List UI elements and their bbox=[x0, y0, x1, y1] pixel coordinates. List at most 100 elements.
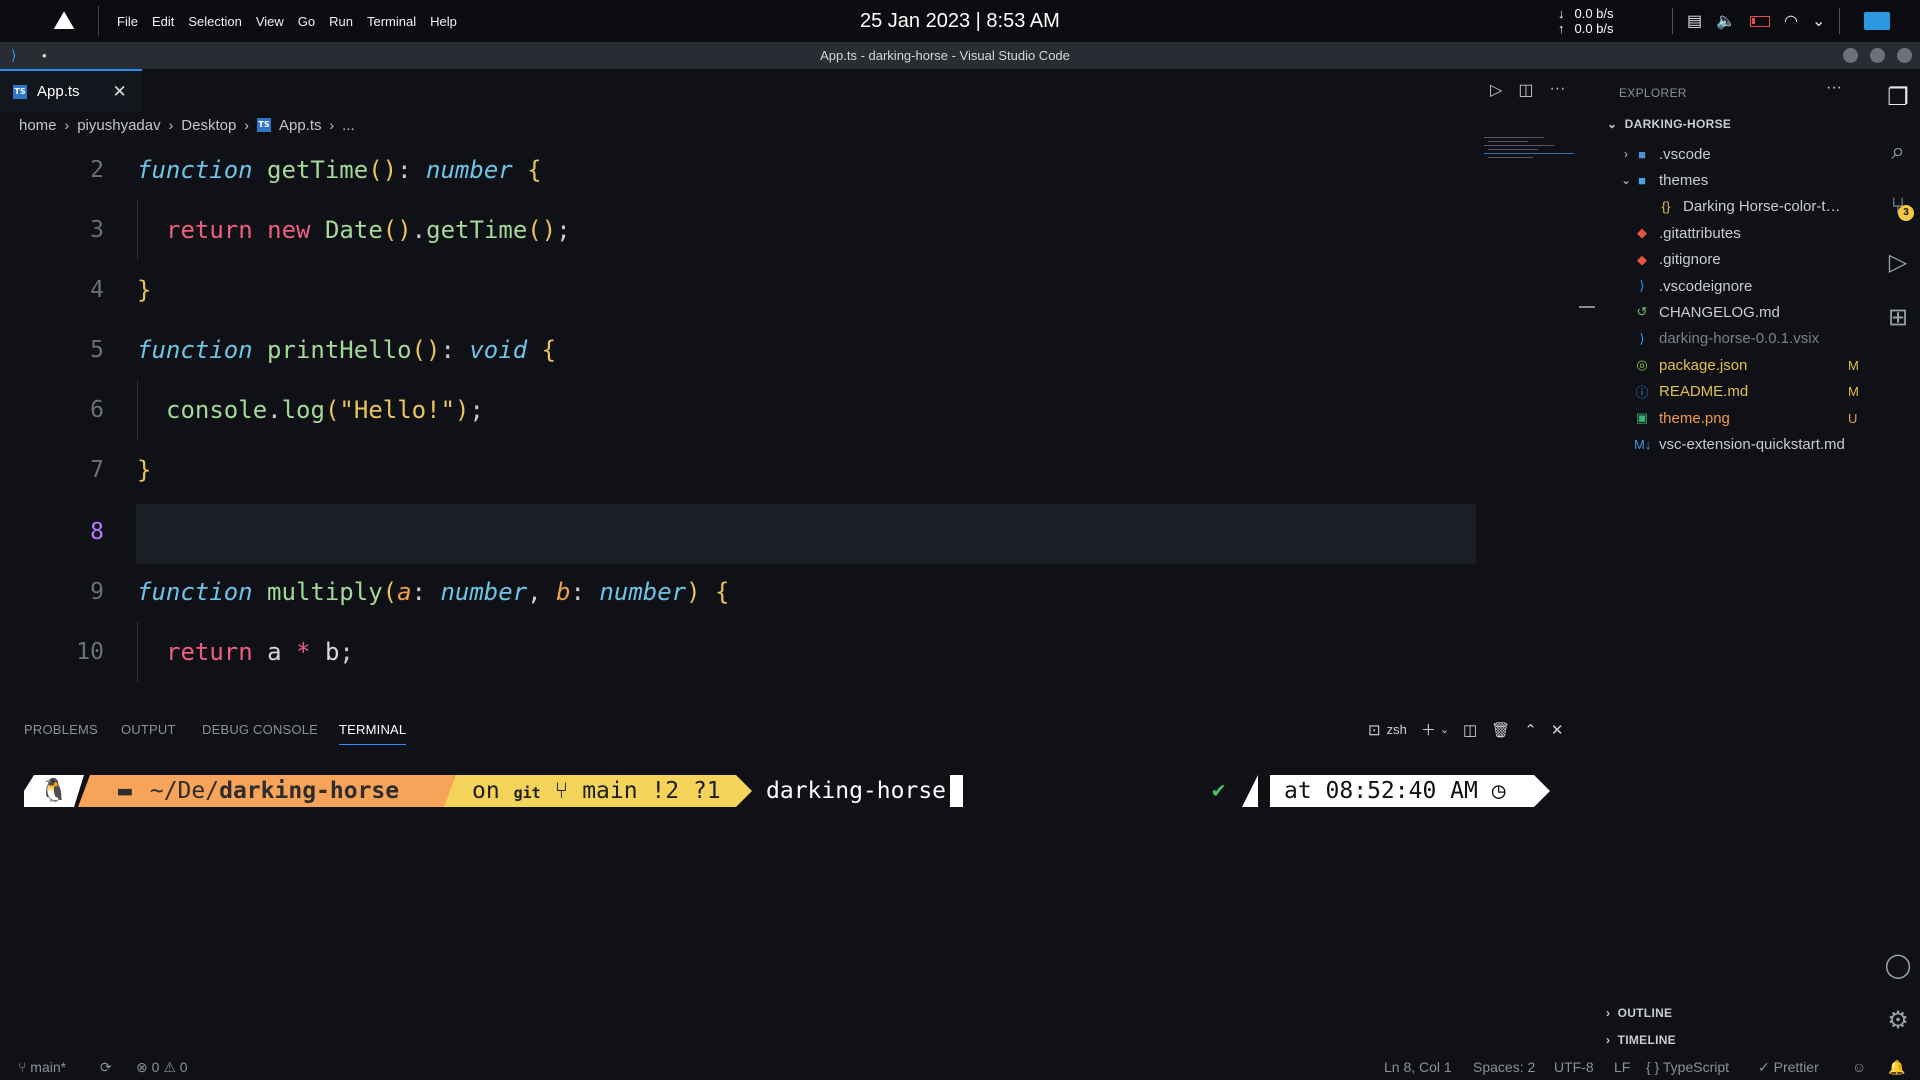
menu-file[interactable]: File bbox=[117, 14, 138, 29]
gear-icon[interactable]: ⚙ bbox=[1876, 998, 1920, 1042]
run-debug-icon[interactable]: ▷ bbox=[1876, 240, 1920, 284]
prompt-dir-segment: ▬ ~/De/darking-horse bbox=[78, 775, 460, 807]
wifi-icon[interactable]: ◠ bbox=[1784, 11, 1798, 31]
line-number: 7 bbox=[90, 457, 104, 483]
file-vscodeignore[interactable]: ⟩ .vscodeignore bbox=[1600, 273, 1876, 299]
chevron-down-icon[interactable]: ⌄ bbox=[1440, 723, 1449, 736]
clock[interactable]: 25 Jan 2023 | 8:53 AM bbox=[860, 0, 1060, 42]
menu-terminal[interactable]: Terminal bbox=[367, 14, 416, 29]
tab-debug-console[interactable]: DEBUG CONSOLE bbox=[202, 715, 318, 745]
breadcrumb-file[interactable]: App.ts bbox=[279, 117, 322, 134]
clipboard-icon[interactable]: ▤ bbox=[1687, 11, 1702, 31]
file-changelog[interactable]: ↺ CHANGELOG.md bbox=[1600, 299, 1876, 325]
launcher-icon[interactable]: ⛰ bbox=[40, 5, 88, 37]
file-theme-png[interactable]: ▣ theme.png U bbox=[1600, 405, 1876, 431]
file-icon: ⟩ bbox=[1639, 278, 1645, 293]
trash-icon[interactable]: 🗑 bbox=[1491, 721, 1510, 739]
new-terminal-icon[interactable]: ＋ bbox=[1421, 719, 1436, 740]
language-label: TypeScript bbox=[1662, 1059, 1730, 1075]
code-line: 6 console.log("Hello!"); bbox=[0, 380, 1480, 440]
terminal[interactable]: 🐧 ▬ ~/De/darking-horse on git ⑂ main !2 ?… bbox=[0, 760, 1600, 1050]
window-switcher-icon[interactable] bbox=[1864, 12, 1891, 30]
outline-section[interactable]: › OUTLINE bbox=[1606, 1006, 1672, 1020]
typescript-file-icon: TS bbox=[13, 84, 27, 99]
chevron-down-icon: ⌄ bbox=[1607, 117, 1618, 131]
file-readme[interactable]: ⓘ README.md M bbox=[1600, 379, 1876, 405]
file-gitignore[interactable]: ◆ .gitignore bbox=[1600, 247, 1876, 273]
file-icon: ↺ bbox=[1636, 304, 1648, 320]
file-name: package.json bbox=[1659, 356, 1748, 374]
folder-vscode[interactable]: › ■ .vscode bbox=[1600, 141, 1876, 167]
folder-icon: ▬ bbox=[118, 778, 132, 804]
code-line: 9 function multiply(a: number, b: number… bbox=[0, 562, 1480, 622]
breadcrumb-symbol[interactable]: ... bbox=[342, 117, 355, 134]
minimap[interactable] bbox=[1484, 135, 1579, 165]
breadcrumb-desktop[interactable]: Desktop bbox=[181, 117, 236, 134]
explorer-root-folder[interactable]: ⌄ DARKING-HORSE bbox=[1607, 117, 1731, 131]
volume-icon[interactable]: 🔈 bbox=[1716, 11, 1736, 31]
network-speed: ↓ ↑ 0.0 b/s 0.0 b/s bbox=[1558, 6, 1614, 36]
menu-help[interactable]: Help bbox=[430, 14, 457, 29]
file-vsix[interactable]: ⟩ darking-horse-0.0.1.vsix bbox=[1600, 326, 1876, 352]
breadcrumb-home[interactable]: home bbox=[19, 117, 57, 134]
chevron-down-icon[interactable]: ⌄ bbox=[1812, 11, 1825, 31]
explorer-icon[interactable]: ❐ bbox=[1876, 75, 1920, 119]
divider bbox=[98, 6, 99, 36]
close-panel-icon[interactable]: ✕ bbox=[1551, 721, 1564, 739]
file-package-json[interactable]: ◎ package.json M bbox=[1600, 352, 1876, 378]
git-branch-status-item[interactable]: ⑂ main* bbox=[18, 1054, 66, 1080]
feedback-icon[interactable]: ☺ bbox=[1852, 1054, 1866, 1080]
language-mode[interactable]: { } TypeScript bbox=[1646, 1054, 1729, 1080]
more-actions-icon[interactable]: ··· bbox=[1549, 80, 1565, 100]
menu-edit[interactable]: Edit bbox=[152, 14, 174, 29]
file-quickstart-md[interactable]: M↓ vsc-extension-quickstart.md bbox=[1600, 431, 1876, 457]
line-number: 8 bbox=[90, 519, 104, 545]
breadcrumb-user[interactable]: piyushyadav bbox=[77, 117, 160, 134]
code-line: 8 bbox=[0, 502, 1480, 562]
tab-output[interactable]: OUTPUT bbox=[121, 715, 176, 745]
prompt-time-segment: at 08:52:40 AM ◷ bbox=[1270, 775, 1550, 807]
problems-status-item[interactable]: ⊗ 0 ⚠ 0 bbox=[136, 1054, 188, 1080]
file-gitattributes[interactable]: ◆ .gitattributes bbox=[1600, 220, 1876, 246]
tab-problems[interactable]: PROBLEMS bbox=[24, 715, 98, 745]
folder-themes[interactable]: ⌄ ■ themes bbox=[1600, 167, 1876, 193]
cursor-position[interactable]: Ln 8, Col 1 bbox=[1384, 1054, 1452, 1080]
maximize-button[interactable] bbox=[1870, 48, 1885, 63]
formatter[interactable]: ✓ Prettier bbox=[1758, 1054, 1819, 1080]
source-control-icon[interactable]: ⑂ 3 bbox=[1876, 185, 1920, 229]
split-terminal-icon[interactable]: ◫ bbox=[1463, 721, 1477, 739]
code-line: 7 } bbox=[0, 440, 1480, 500]
more-actions-icon[interactable]: ··· bbox=[1826, 79, 1842, 97]
menu-go[interactable]: Go bbox=[298, 14, 315, 29]
account-icon[interactable]: ◯ bbox=[1876, 943, 1920, 987]
indentation[interactable]: Spaces: 2 bbox=[1473, 1054, 1535, 1080]
chevron-right-icon: › bbox=[1606, 1033, 1611, 1047]
file-icon: ⓘ bbox=[1635, 385, 1649, 401]
maximize-panel-icon[interactable]: ⌃ bbox=[1524, 721, 1537, 739]
timeline-section[interactable]: › TIMELINE bbox=[1606, 1033, 1676, 1047]
bell-icon[interactable]: 🔔 bbox=[1888, 1054, 1905, 1080]
tab-app-ts[interactable]: TS App.ts ✕ bbox=[0, 69, 142, 112]
menu-run[interactable]: Run bbox=[329, 14, 353, 29]
search-icon[interactable]: ⌕ bbox=[1876, 130, 1920, 174]
close-icon[interactable]: ✕ bbox=[113, 82, 127, 102]
success-check-icon: ✔ bbox=[1212, 778, 1226, 803]
menu-selection[interactable]: Selection bbox=[188, 14, 241, 29]
file-icon: {} bbox=[1661, 199, 1671, 215]
split-editor-icon[interactable]: ◫ bbox=[1518, 80, 1533, 100]
battery-icon[interactable] bbox=[1750, 15, 1771, 27]
sync-icon[interactable]: ⟳ bbox=[100, 1054, 112, 1080]
minimize-button[interactable] bbox=[1843, 48, 1858, 63]
shell-name[interactable]: zsh bbox=[1387, 722, 1407, 737]
encoding[interactable]: UTF-8 bbox=[1554, 1054, 1594, 1080]
code-editor[interactable]: 2 function getTime(): number { 3 return … bbox=[0, 140, 1480, 705]
run-icon[interactable]: ▷ bbox=[1490, 80, 1502, 100]
braces-icon: { } bbox=[1646, 1059, 1660, 1075]
end-of-line[interactable]: LF bbox=[1614, 1054, 1630, 1080]
extensions-icon[interactable]: ⊞ bbox=[1876, 295, 1920, 339]
file-theme-json[interactable]: {} Darking Horse-color-theme.json bbox=[1600, 194, 1876, 220]
chevron-right-icon: › bbox=[329, 117, 335, 133]
tab-terminal[interactable]: TERMINAL bbox=[339, 715, 407, 745]
close-window-button[interactable] bbox=[1897, 48, 1912, 63]
menu-view[interactable]: View bbox=[256, 14, 284, 29]
